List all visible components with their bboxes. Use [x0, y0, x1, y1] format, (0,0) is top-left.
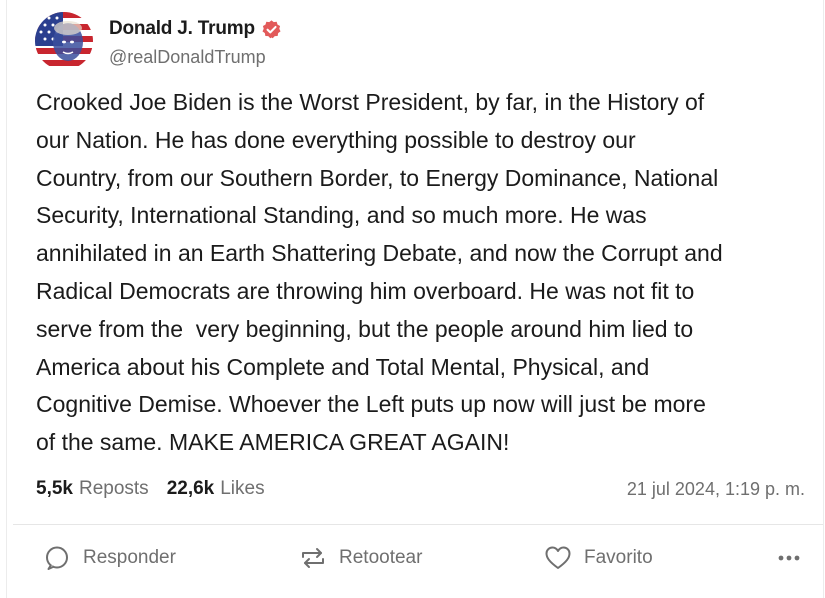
repost-arrows-icon — [299, 544, 327, 572]
post-text-line: serve from the very beginning, but the p… — [36, 315, 694, 342]
favorite-button[interactable]: Favorito — [544, 538, 653, 578]
divider — [13, 524, 823, 525]
reply-label: Responder — [83, 547, 176, 568]
avatar-image — [35, 12, 93, 70]
retruth-label: Retootear — [339, 547, 423, 568]
retruth-button[interactable]: Retootear — [299, 538, 422, 578]
reply-button[interactable]: Responder — [43, 538, 176, 578]
post-text-line: Cognitive Demise. Whoever the Left puts … — [36, 391, 706, 418]
more-dots-icon — [775, 544, 803, 572]
likes-stat[interactable]: 22,6k Likes — [167, 478, 265, 500]
post-text-line: our Nation. He has done everything possi… — [36, 126, 636, 153]
reposts-count: 5,5k — [36, 478, 73, 499]
likes-label: Likes — [220, 478, 265, 499]
more-button[interactable] — [775, 538, 803, 578]
post-card: Donald J. Trump @realDonaldTrump Crooked… — [6, 0, 824, 598]
post-text-line: Radical Democrats are throwing him overb… — [36, 277, 695, 304]
reposts-label: Reposts — [78, 478, 149, 499]
likes-count: 22,6k — [166, 478, 215, 499]
verified-badge-icon — [261, 19, 282, 40]
engagement-stats: 5,5k Reposts 22,6k Likes — [36, 476, 283, 502]
post-text: Crooked Joe Biden is the Worst President… — [36, 84, 825, 462]
post-text-line: Country, from our Southern Border, to En… — [36, 164, 719, 191]
reposts-stat[interactable]: 5,5k Reposts — [36, 478, 149, 500]
speech-bubble-icon — [43, 544, 71, 572]
post-text-line: Crooked Joe Biden is the Worst President… — [36, 89, 705, 115]
post-text-line: Security, International Standing, and so… — [36, 202, 647, 229]
author-display-name[interactable]: Donald J. Trump — [109, 18, 255, 40]
post-text-line: of the same. MAKE AMERICA GREAT AGAIN! — [36, 429, 510, 456]
favorite-label: Favorito — [584, 547, 653, 568]
post-timestamp[interactable]: 21 jul 2024, 1:19 p. m. — [627, 476, 805, 502]
post-text-line: annihilated in an Earth Shattering Debat… — [36, 240, 723, 267]
heart-icon — [544, 544, 572, 572]
action-bar: Responder Retootear Favorito — [7, 538, 823, 578]
post-text-line: America about his Complete and Total Men… — [36, 353, 650, 380]
avatar[interactable] — [35, 12, 93, 70]
author-handle[interactable]: @realDonaldTrump — [109, 47, 266, 68]
author-name-row: Donald J. Trump — [109, 16, 282, 42]
